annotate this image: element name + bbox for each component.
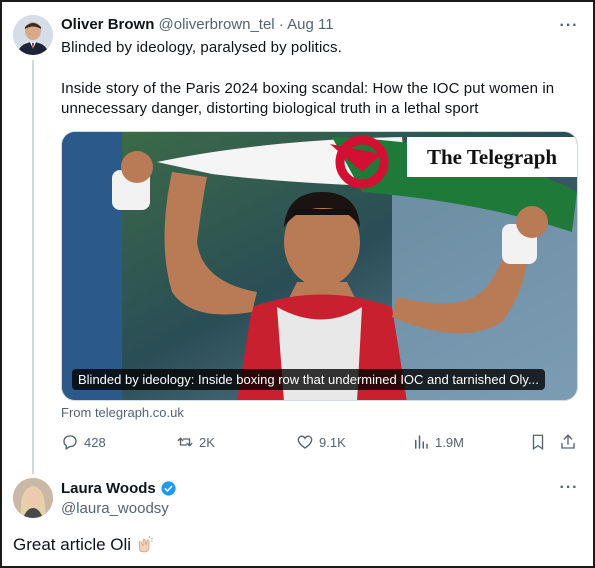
tweet-header: Oliver Brown @oliverbrown_tel · Aug 11 xyxy=(61,16,334,33)
like-button[interactable]: 9.1K xyxy=(296,433,346,451)
author-handle[interactable]: @laura_woodsy xyxy=(61,500,169,517)
reply-icon xyxy=(63,435,77,450)
tweet-text-line: unnecessary danger, distorting biologica… xyxy=(61,100,479,117)
bookmark-button[interactable] xyxy=(529,433,547,451)
link-card-title[interactable]: Blinded by ideology: Inside boxing row t… xyxy=(72,369,545,390)
verified-badge-icon xyxy=(161,481,176,496)
views-count: 1.9M xyxy=(435,434,464,450)
repost-button[interactable]: 2K xyxy=(176,433,215,451)
clapping-hands-icon xyxy=(135,535,156,555)
author-avatar[interactable] xyxy=(13,478,53,518)
tweet-text-line: Inside story of the Paris 2024 boxing sc… xyxy=(61,80,555,97)
telegraph-logo: The Telegraph xyxy=(407,137,577,177)
analytics-icon xyxy=(415,435,428,449)
more-horizontal-icon[interactable]: ··· xyxy=(559,478,579,498)
repost-count: 2K xyxy=(199,434,215,450)
reply-body: Great article Oli xyxy=(13,535,132,554)
tweet-text-line: Blinded by ideology, paralysed by politi… xyxy=(61,39,342,56)
separator-dot: · xyxy=(278,16,284,33)
views-button[interactable]: 1.9M xyxy=(412,433,464,451)
author-name[interactable]: Laura Woods xyxy=(61,480,156,497)
like-count: 9.1K xyxy=(319,434,346,450)
author-name[interactable]: Oliver Brown xyxy=(61,16,154,33)
tweet-date[interactable]: Aug 11 xyxy=(287,16,333,33)
share-icon xyxy=(561,434,575,449)
share-button[interactable] xyxy=(559,433,577,451)
link-card-image[interactable]: The Telegraph Blinded by ideology: Insid… xyxy=(61,131,578,401)
heart-icon xyxy=(297,435,313,449)
author-handle[interactable]: @oliverbrown_tel xyxy=(159,16,275,33)
reply-text: Great article Oli xyxy=(13,535,156,555)
thread-connector-line xyxy=(32,60,34,474)
tweet-actions-bar: 428 2K 9.1K 1.9M xyxy=(61,433,581,455)
author-name-row: Laura Woods xyxy=(61,480,177,497)
bookmark-icon xyxy=(532,434,544,451)
more-horizontal-icon[interactable]: ··· xyxy=(559,16,579,36)
reply-count: 428 xyxy=(84,434,106,450)
link-source[interactable]: From telegraph.co.uk xyxy=(61,405,184,420)
repost-icon xyxy=(177,437,193,447)
reply-button[interactable]: 428 xyxy=(61,433,106,451)
author-avatar[interactable] xyxy=(13,15,53,55)
